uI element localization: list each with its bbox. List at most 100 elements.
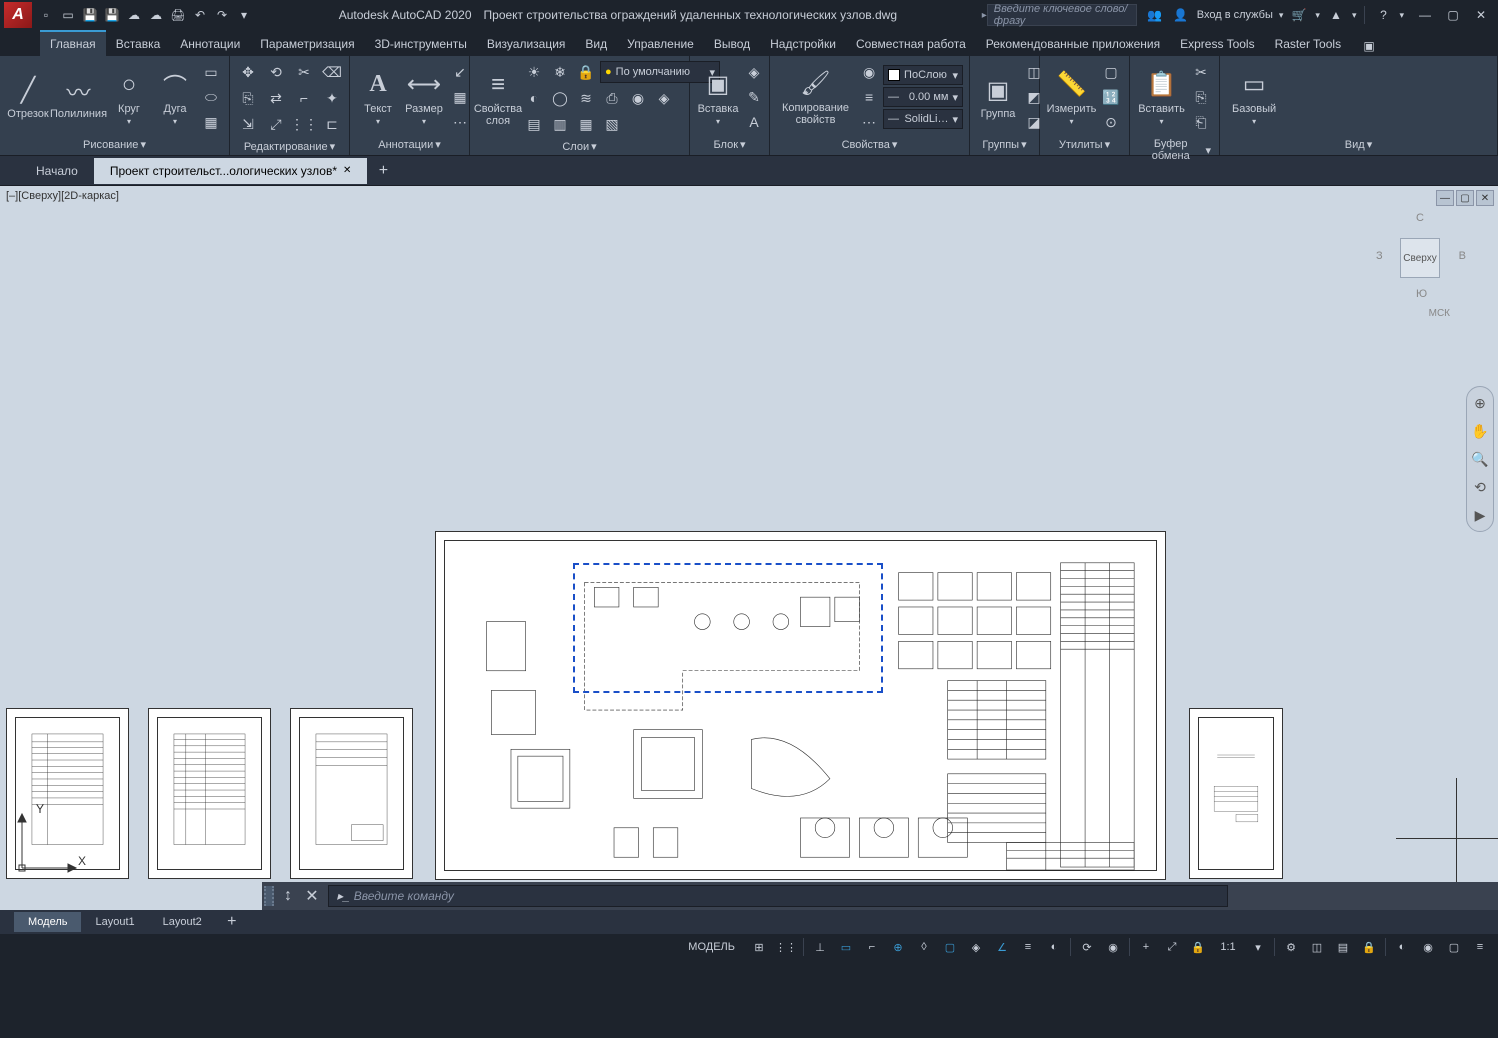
viewcube-north[interactable]: С — [1416, 212, 1424, 224]
viewcube[interactable]: С Ю В З Сверху — [1380, 212, 1460, 292]
plot-icon[interactable]: 🖨 — [168, 5, 188, 25]
layer-lock-icon[interactable]: 🔒 — [574, 60, 598, 84]
layer-iso-icon[interactable]: ◐ — [522, 86, 546, 110]
maximize-button[interactable]: ▢ — [1440, 4, 1466, 26]
dyninput-icon[interactable]: ▭ — [834, 936, 858, 958]
viewcube-face[interactable]: Сверху — [1400, 238, 1440, 278]
tab-output[interactable]: Вывод — [704, 32, 760, 56]
lineweight-combo[interactable]: —0.00 мм▾ — [883, 87, 963, 107]
matchprops-button[interactable]: 🖌Копирование свойств — [776, 66, 855, 128]
iso-icon[interactable]: ◊ — [912, 936, 936, 958]
tab-manage[interactable]: Управление — [617, 32, 704, 56]
color-wheel-icon[interactable]: ◉ — [857, 60, 881, 84]
layer-walk-icon[interactable]: ◉ — [626, 86, 650, 110]
saveas-icon[interactable]: 💾 — [102, 5, 122, 25]
color-combo[interactable]: ПоСлою▾ — [883, 65, 963, 85]
redo-icon[interactable]: ↷ — [212, 5, 232, 25]
ribbon-collapse-icon[interactable]: ▣ — [1359, 36, 1379, 56]
tab-addins[interactable]: Надстройки — [760, 32, 846, 56]
layer-b4-icon[interactable]: ▧ — [600, 112, 624, 136]
panel-utils-title[interactable]: Утилиты ▾ — [1044, 136, 1125, 153]
offset-icon[interactable]: ⊏ — [320, 112, 344, 136]
save-icon[interactable]: 💾 — [80, 5, 100, 25]
measure-button[interactable]: 📏Измерить▾ — [1046, 67, 1097, 128]
create-block-icon[interactable]: ◈ — [742, 60, 766, 84]
tab-home[interactable]: Главная — [40, 30, 106, 56]
cloud-save-icon[interactable]: ☁ — [146, 5, 166, 25]
insert-button[interactable]: ▣Вставка▾ — [696, 67, 740, 128]
3d-icon[interactable]: ◉ — [1101, 936, 1125, 958]
explode-icon[interactable]: ✦ — [320, 86, 344, 110]
tab-close-icon[interactable]: ✕ — [343, 165, 351, 176]
move-icon[interactable]: ✥ — [236, 60, 260, 84]
scale-icon[interactable]: ⤢ — [264, 112, 288, 136]
mirror-icon[interactable]: ⇄ — [264, 86, 288, 110]
osnap-icon[interactable]: ▢ — [938, 936, 962, 958]
hwaccel-icon[interactable]: ◐ — [1390, 936, 1414, 958]
attr-icon[interactable]: A — [742, 110, 766, 134]
base-icon[interactable]: ⎗ — [1189, 110, 1213, 134]
rotate-icon[interactable]: ⟲ — [264, 60, 288, 84]
calc-icon[interactable]: 🔢 — [1099, 85, 1123, 109]
snap-icon[interactable]: ⋮⋮ — [773, 936, 799, 958]
tab-add-button[interactable]: + — [371, 159, 395, 183]
cut-icon[interactable]: ✂ — [1189, 60, 1213, 84]
orbit-icon[interactable]: ⟲ — [1470, 477, 1490, 497]
vp-minimize-icon[interactable]: — — [1436, 190, 1454, 206]
custom-icon[interactable]: ≡ — [1468, 936, 1492, 958]
new-icon[interactable]: ▫ — [36, 5, 56, 25]
isolate-icon[interactable]: ◉ — [1416, 936, 1440, 958]
lwdisplay-icon[interactable]: ≡ — [1016, 936, 1040, 958]
ellipse-icon[interactable]: ⬭ — [199, 85, 223, 109]
panel-groups-title[interactable]: Группы ▾ — [974, 136, 1035, 153]
drawing-sheet-5[interactable] — [1189, 708, 1283, 879]
baseview-button[interactable]: ▭Базовый▾ — [1226, 67, 1282, 128]
panel-block-title[interactable]: Блок ▾ — [694, 136, 765, 153]
tab-view[interactable]: Вид — [575, 32, 617, 56]
viewport[interactable]: [–][Сверху][2D-каркас] — ▢ ✕ С Ю В З Све… — [0, 186, 1498, 910]
text-button[interactable]: AТекст▾ — [356, 67, 400, 128]
annoscale-icon[interactable]: 🔒 — [1186, 936, 1210, 958]
tab-insert[interactable]: Вставка — [106, 32, 171, 56]
grid-icon[interactable]: ⊞ — [747, 936, 771, 958]
point-icon[interactable]: ⊙ — [1099, 110, 1123, 134]
table-icon[interactable]: ▦ — [448, 85, 472, 109]
panel-draw-title[interactable]: Рисование ▾ — [4, 136, 225, 153]
status-model-label[interactable]: МОДЕЛЬ — [678, 941, 745, 953]
otrack-icon[interactable]: ∠ — [990, 936, 1014, 958]
minimize-button[interactable]: — — [1412, 4, 1438, 26]
panel-modify-title[interactable]: Редактирование ▾ — [234, 138, 345, 155]
cmdline-grip[interactable] — [264, 886, 274, 906]
select-icon[interactable]: ▢ — [1099, 60, 1123, 84]
layer-freeze-icon[interactable]: ❄ — [548, 60, 572, 84]
annot-more-icon[interactable]: ⋯ — [448, 110, 472, 134]
layer-b3-icon[interactable]: ▦ — [574, 112, 598, 136]
tab-annotate[interactable]: Аннотации — [170, 32, 250, 56]
command-input[interactable]: ▸_Введите команду — [328, 885, 1228, 907]
tab-document[interactable]: Проект строительст...ологических узлов*✕ — [94, 158, 368, 184]
viewcube-west[interactable]: З — [1376, 250, 1383, 262]
hatch-icon[interactable]: ▦ — [199, 110, 223, 134]
vp-restore-icon[interactable]: ▢ — [1456, 190, 1474, 206]
array-icon[interactable]: ⋮⋮ — [292, 112, 316, 136]
units-icon[interactable]: ◫ — [1305, 936, 1329, 958]
paste-button[interactable]: 📋Вставить▾ — [1136, 67, 1187, 128]
undo-icon[interactable]: ↶ — [190, 5, 210, 25]
search-input[interactable]: Введите ключевое слово/фразу — [987, 4, 1137, 26]
layer-off-icon[interactable]: ◯ — [548, 86, 572, 110]
polar-icon[interactable]: ⊕ — [886, 936, 910, 958]
copy-icon[interactable]: ⎘ — [236, 86, 260, 110]
group-button[interactable]: ▣Группа — [976, 72, 1020, 122]
arc-button[interactable]: ⌒Дуга▾ — [153, 67, 197, 128]
viewcube-east[interactable]: В — [1459, 250, 1466, 262]
pan-icon[interactable]: ✋ — [1470, 421, 1490, 441]
tab-express[interactable]: Express Tools — [1170, 32, 1264, 56]
tab-3dtools[interactable]: 3D-инструменты — [365, 32, 477, 56]
vp-close-icon[interactable]: ✕ — [1476, 190, 1494, 206]
cleanscreen-icon[interactable]: ▢ — [1442, 936, 1466, 958]
drawing-sheet-3[interactable] — [290, 708, 413, 879]
lw-icon[interactable]: ≡ — [857, 85, 881, 109]
layer-prev-icon[interactable]: ◈ — [652, 86, 676, 110]
drawing-sheet-main[interactable] — [435, 531, 1166, 880]
zoom-icon[interactable]: 🔍 — [1470, 449, 1490, 469]
